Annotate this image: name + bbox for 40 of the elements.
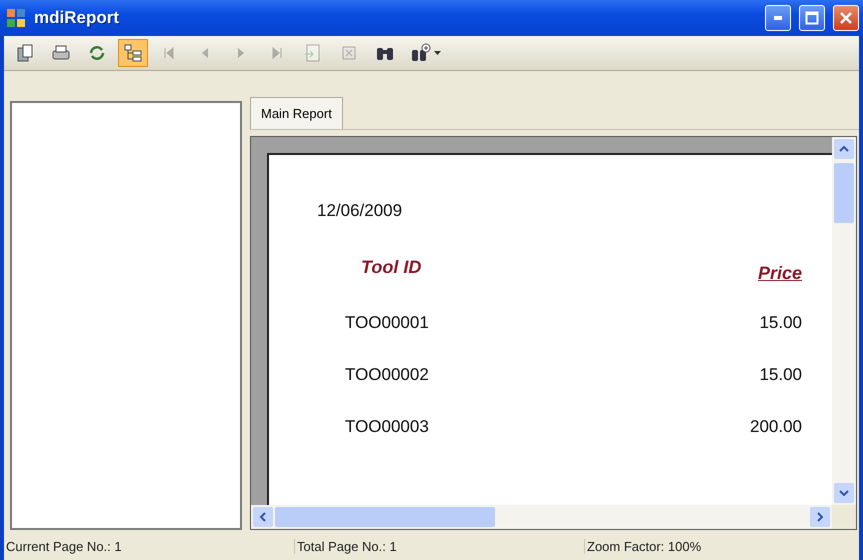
maximize-button[interactable] (799, 5, 825, 31)
horizontal-scrollbar[interactable] (251, 505, 832, 529)
table-cell: TOO00001 (345, 313, 429, 333)
scroll-down-button[interactable] (834, 483, 854, 503)
next-icon (237, 47, 245, 59)
close-button[interactable] (833, 5, 859, 31)
scroll-left-button[interactable] (253, 507, 273, 527)
close-icon (839, 11, 853, 25)
minimize-button[interactable] (765, 5, 791, 31)
scroll-up-button[interactable] (834, 139, 854, 159)
report-date: 12/06/2009 (317, 201, 402, 221)
table-cell: 15.00 (759, 365, 802, 385)
status-text: Total Page No.: 1 (294, 538, 584, 554)
table-cell: 15.00 (759, 313, 802, 333)
table-cell: 200.00 (750, 417, 802, 437)
scroll-thumb[interactable] (275, 507, 495, 527)
chevron-left-icon (260, 512, 266, 522)
table-cell: TOO00002 (345, 365, 429, 385)
chevron-up-icon (839, 146, 849, 152)
chevron-right-icon (817, 512, 823, 522)
caret-icon (434, 51, 441, 55)
tree-icon (122, 42, 144, 64)
status-text: Zoom Factor: 100% (584, 538, 859, 554)
vertical-scrollbar[interactable] (832, 137, 856, 505)
previous-icon (201, 47, 209, 59)
maximize-icon (805, 11, 819, 25)
window-title: mdiReport (34, 8, 120, 28)
column-header: Tool ID (361, 257, 422, 278)
zoom-icon (410, 42, 432, 64)
report-tab[interactable]: Main Report (250, 97, 343, 129)
column-header: Price (758, 263, 802, 284)
scroll-thumb[interactable] (834, 163, 854, 223)
status-text: Current Page No.: 1 (5, 538, 123, 554)
scrollbar-corner (832, 505, 856, 529)
app-icon (6, 8, 26, 28)
toolbar-button[interactable] (118, 39, 148, 67)
minimize-icon (774, 16, 782, 20)
scroll-right-button[interactable] (810, 507, 830, 527)
chevron-down-icon (839, 490, 849, 496)
table-cell: TOO00003 (345, 417, 429, 437)
